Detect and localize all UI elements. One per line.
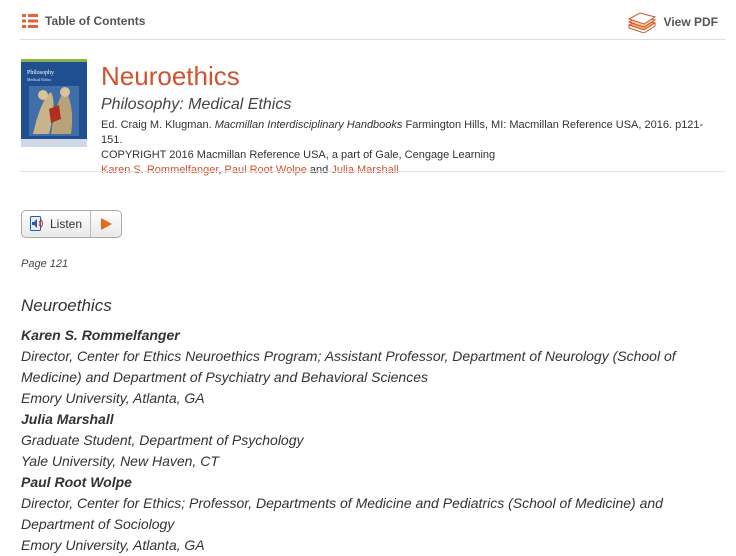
affiliation-line: Director, Center for Ethics; Professor, … xyxy=(21,495,663,511)
page-number: Page 121 xyxy=(21,258,69,270)
author-name: Paul Root Wolpe xyxy=(21,474,132,490)
affiliation-line: Medicine) and Department of Psychiatry a… xyxy=(21,369,428,385)
svg-text:Medical Ethics: Medical Ethics xyxy=(27,77,52,82)
play-button[interactable] xyxy=(91,211,121,237)
author-affiliations: Karen S. Rommelfanger Director, Center fo… xyxy=(21,325,721,556)
header-divider xyxy=(20,39,725,40)
affiliation-line: Yale University, New Haven, CT xyxy=(21,453,219,469)
table-of-contents-button[interactable]: Table of Contents xyxy=(22,13,145,29)
top-toolbar: Table of Contents View PDF xyxy=(0,0,736,40)
citation: Ed. Craig M. Klugman. Macmillan Interdis… xyxy=(101,119,704,146)
citation-series: Macmillan Interdisciplinary Handbooks xyxy=(214,119,403,131)
affiliation-line: Emory University, Atlanta, GA xyxy=(21,537,205,553)
article-heading: Neuroethics xyxy=(21,296,112,315)
speaker-icon xyxy=(30,216,44,231)
header-bottom-divider xyxy=(20,171,725,172)
article-body: Neuroethics Karen S. Rommelfanger Directo… xyxy=(21,294,721,556)
pdf-document-icon xyxy=(627,12,656,33)
view-pdf-label: View PDF xyxy=(663,15,718,29)
authors-line: Karen S. Rommelfanger, Paul Root Wolpe a… xyxy=(101,164,399,176)
author-link[interactable]: Julia Marshall xyxy=(331,164,398,176)
author-link[interactable]: Karen S. Rommelfanger xyxy=(101,164,218,176)
listen-control: Listen xyxy=(21,210,123,238)
affiliation-line: Department of Sociology xyxy=(21,516,175,532)
listen-label: Listen xyxy=(50,217,83,231)
view-pdf-button[interactable]: View PDF xyxy=(626,11,718,33)
author-link[interactable]: Paul Root Wolpe xyxy=(225,164,307,176)
table-of-contents-label: Table of Contents xyxy=(45,14,146,28)
affiliation-line: Director, Center for Ethics Neuroethics … xyxy=(21,348,676,364)
copyright-line: COPYRIGHT 2016 Macmillan Reference USA, … xyxy=(101,149,496,161)
article-subtitle: Philosophy: Medical Ethics xyxy=(101,96,292,113)
author-name: Karen S. Rommelfanger xyxy=(21,327,180,343)
play-icon xyxy=(101,218,113,230)
book-cover-image: Philosophy Medical Ethics xyxy=(21,59,87,147)
affiliation-line: Emory University, Atlanta, GA xyxy=(21,390,205,406)
author-name: Julia Marshall xyxy=(21,411,114,427)
article-title: Neuroethics xyxy=(101,61,240,91)
svg-text:Philosophy: Philosophy xyxy=(27,70,54,76)
article-header: Neuroethics Philosophy: Medical Ethics E… xyxy=(101,60,721,177)
listen-button[interactable]: Listen xyxy=(22,211,92,237)
affiliation-line: Graduate Student, Department of Psycholo… xyxy=(21,432,304,448)
list-icon xyxy=(22,14,38,28)
